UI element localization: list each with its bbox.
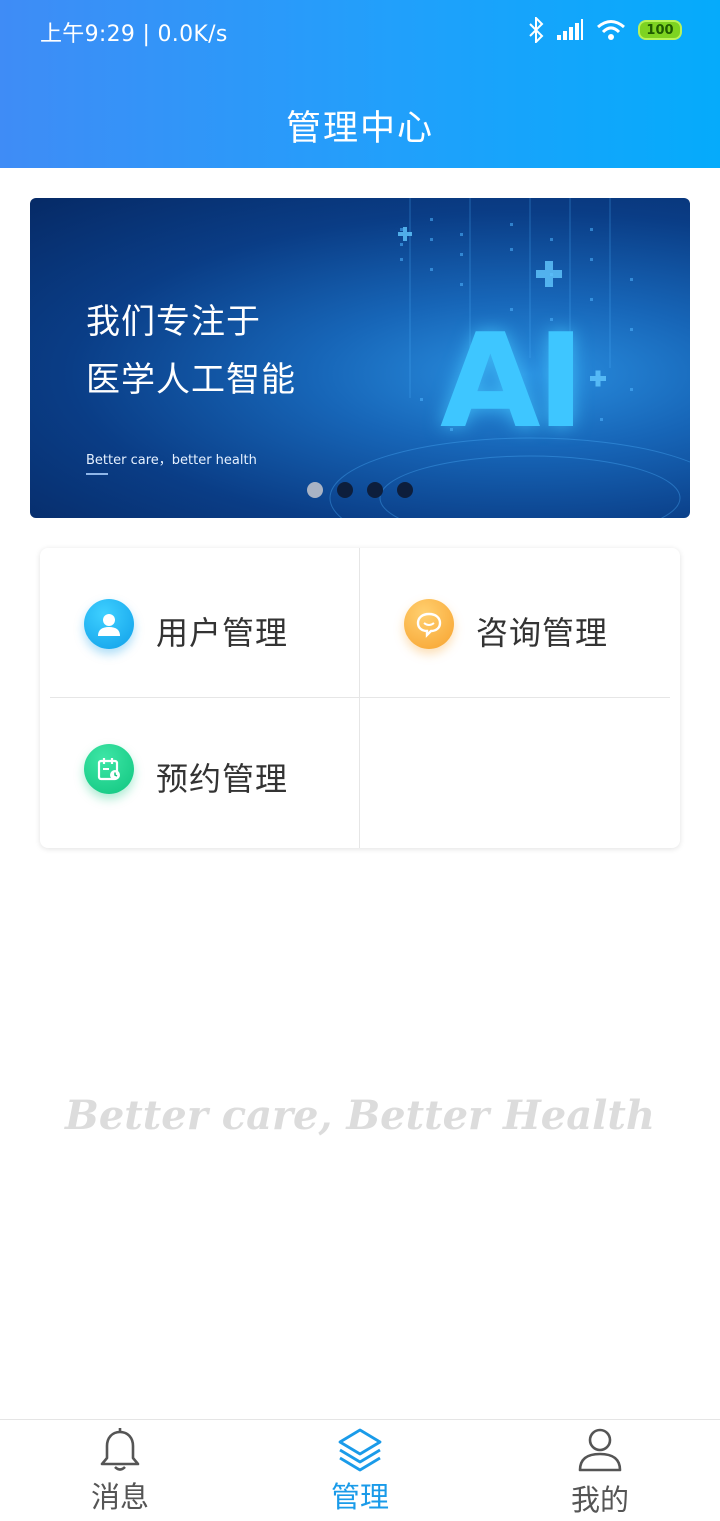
menu-item-user-management[interactable]: 用户管理 xyxy=(40,548,359,697)
status-bar: 上午9:29 | 0.0K/s 100 xyxy=(0,0,720,62)
carousel-indicators xyxy=(307,482,413,498)
banner-headline-2: 医学人工智能 xyxy=(86,360,296,400)
bluetooth-icon xyxy=(529,17,544,43)
menu-item-appointment-management[interactable]: 预约管理 xyxy=(40,698,359,847)
chat-bubble-icon xyxy=(404,599,454,649)
carousel-dot-3[interactable] xyxy=(367,482,383,498)
tab-management[interactable]: 管理 xyxy=(240,1420,480,1521)
status-icons: 100 xyxy=(528,16,682,44)
tab-profile[interactable]: 我的 xyxy=(480,1420,720,1521)
banner-tagline-underline xyxy=(86,473,108,475)
calendar-icon xyxy=(84,744,134,794)
menu-label-consult-management: 咨询管理 xyxy=(476,614,609,652)
person-icon xyxy=(578,1428,622,1472)
tab-messages[interactable]: 消息 xyxy=(0,1420,240,1521)
carousel-dot-4[interactable] xyxy=(397,482,413,498)
menu-item-consult-management[interactable]: 咨询管理 xyxy=(360,548,679,697)
tab-label-management: 管理 xyxy=(330,1480,389,1514)
page-title: 管理中心 xyxy=(285,109,434,149)
banner-carousel[interactable]: AI 我们专注于 医学人工智能 Better care，better healt… xyxy=(30,198,690,518)
carousel-dot-2[interactable] xyxy=(337,482,353,498)
banner-headline-1: 我们专注于 xyxy=(86,302,261,342)
tab-label-profile: 我的 xyxy=(570,1483,629,1517)
carousel-dot-1[interactable] xyxy=(307,482,323,498)
layers-icon xyxy=(338,1428,382,1472)
header: 上午9:29 | 0.0K/s 100 管理中心 xyxy=(0,0,720,168)
watermark-slogan: Better care, Better Health xyxy=(65,1092,655,1139)
bell-icon xyxy=(100,1428,140,1471)
tab-label-messages: 消息 xyxy=(90,1480,149,1514)
battery-icon: 100 xyxy=(638,20,682,40)
banner-ai-art: AI xyxy=(440,305,585,457)
management-menu: 用户管理 咨询管理 预约管理 xyxy=(40,548,680,848)
menu-label-appointment-management: 预约管理 xyxy=(156,760,289,798)
wifi-icon xyxy=(597,20,625,40)
banner-tagline: Better care，better health xyxy=(86,453,257,468)
menu-label-user-management: 用户管理 xyxy=(156,614,289,652)
battery-level: 100 xyxy=(646,22,674,38)
user-icon xyxy=(84,599,134,649)
signal-icon xyxy=(557,19,583,40)
status-time-speed: 上午9:29 | 0.0K/s xyxy=(40,22,228,47)
bottom-tab-bar: 消息 管理 我的 xyxy=(0,1419,720,1521)
